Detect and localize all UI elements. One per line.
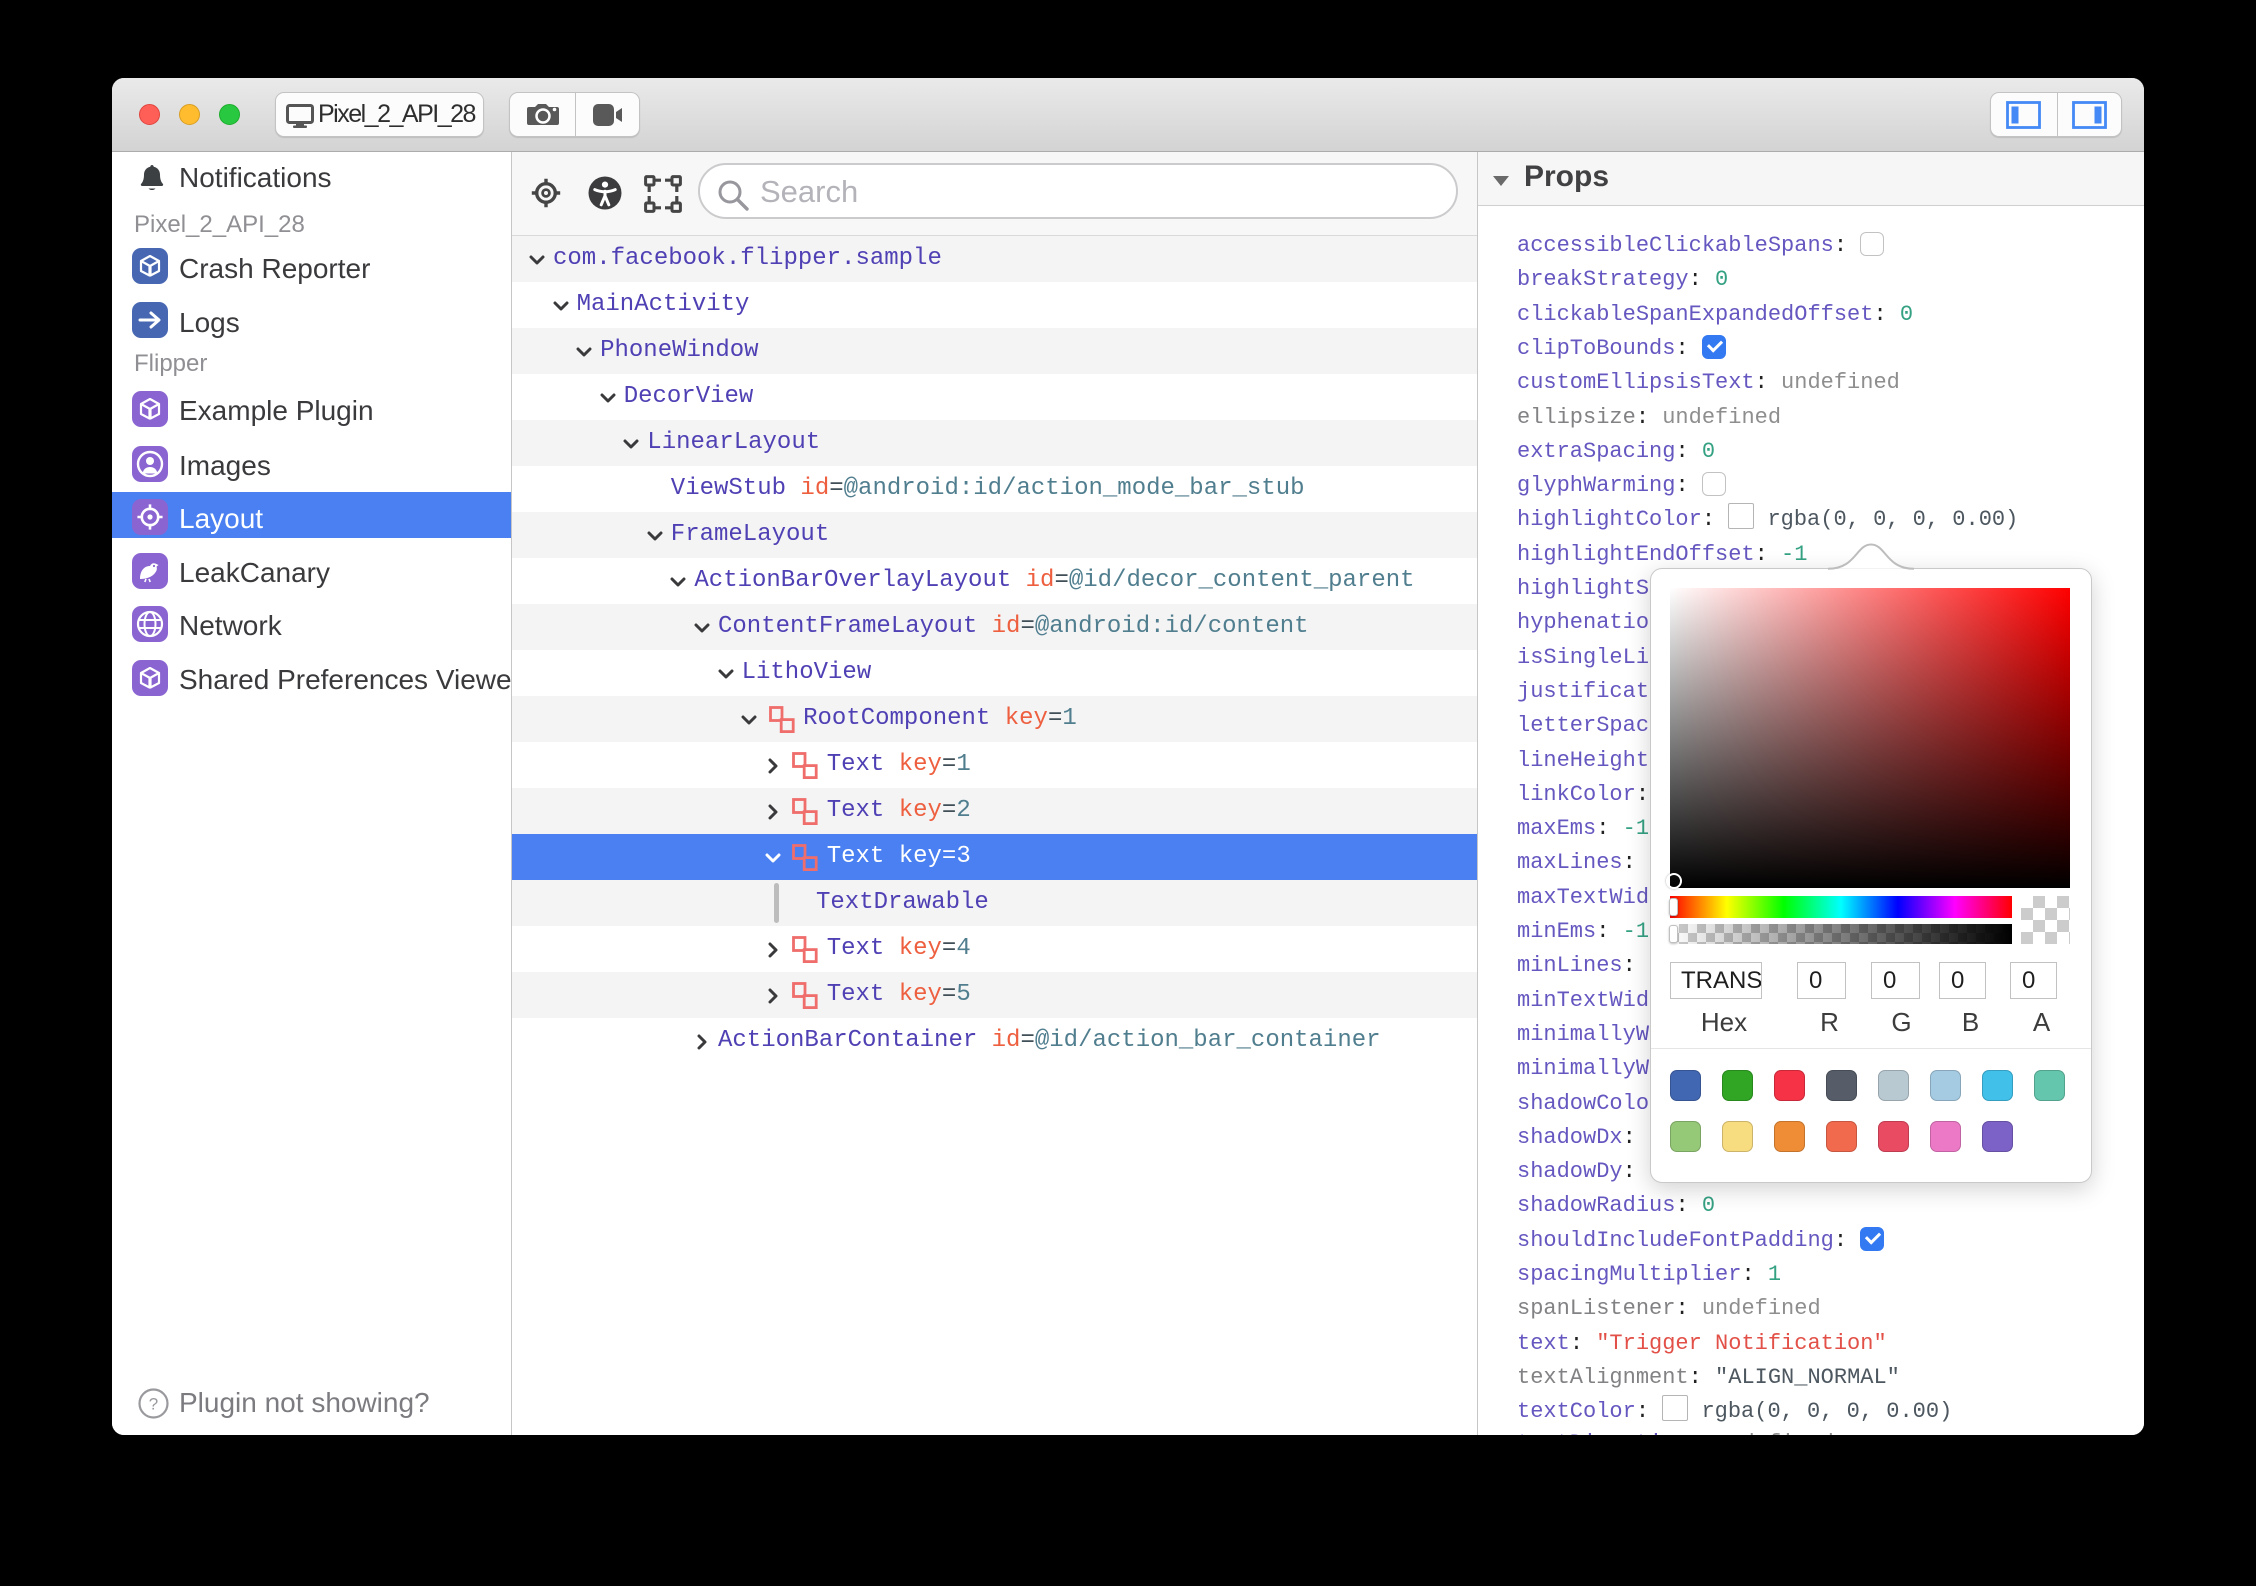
svg-text:?: ?: [149, 1395, 158, 1414]
